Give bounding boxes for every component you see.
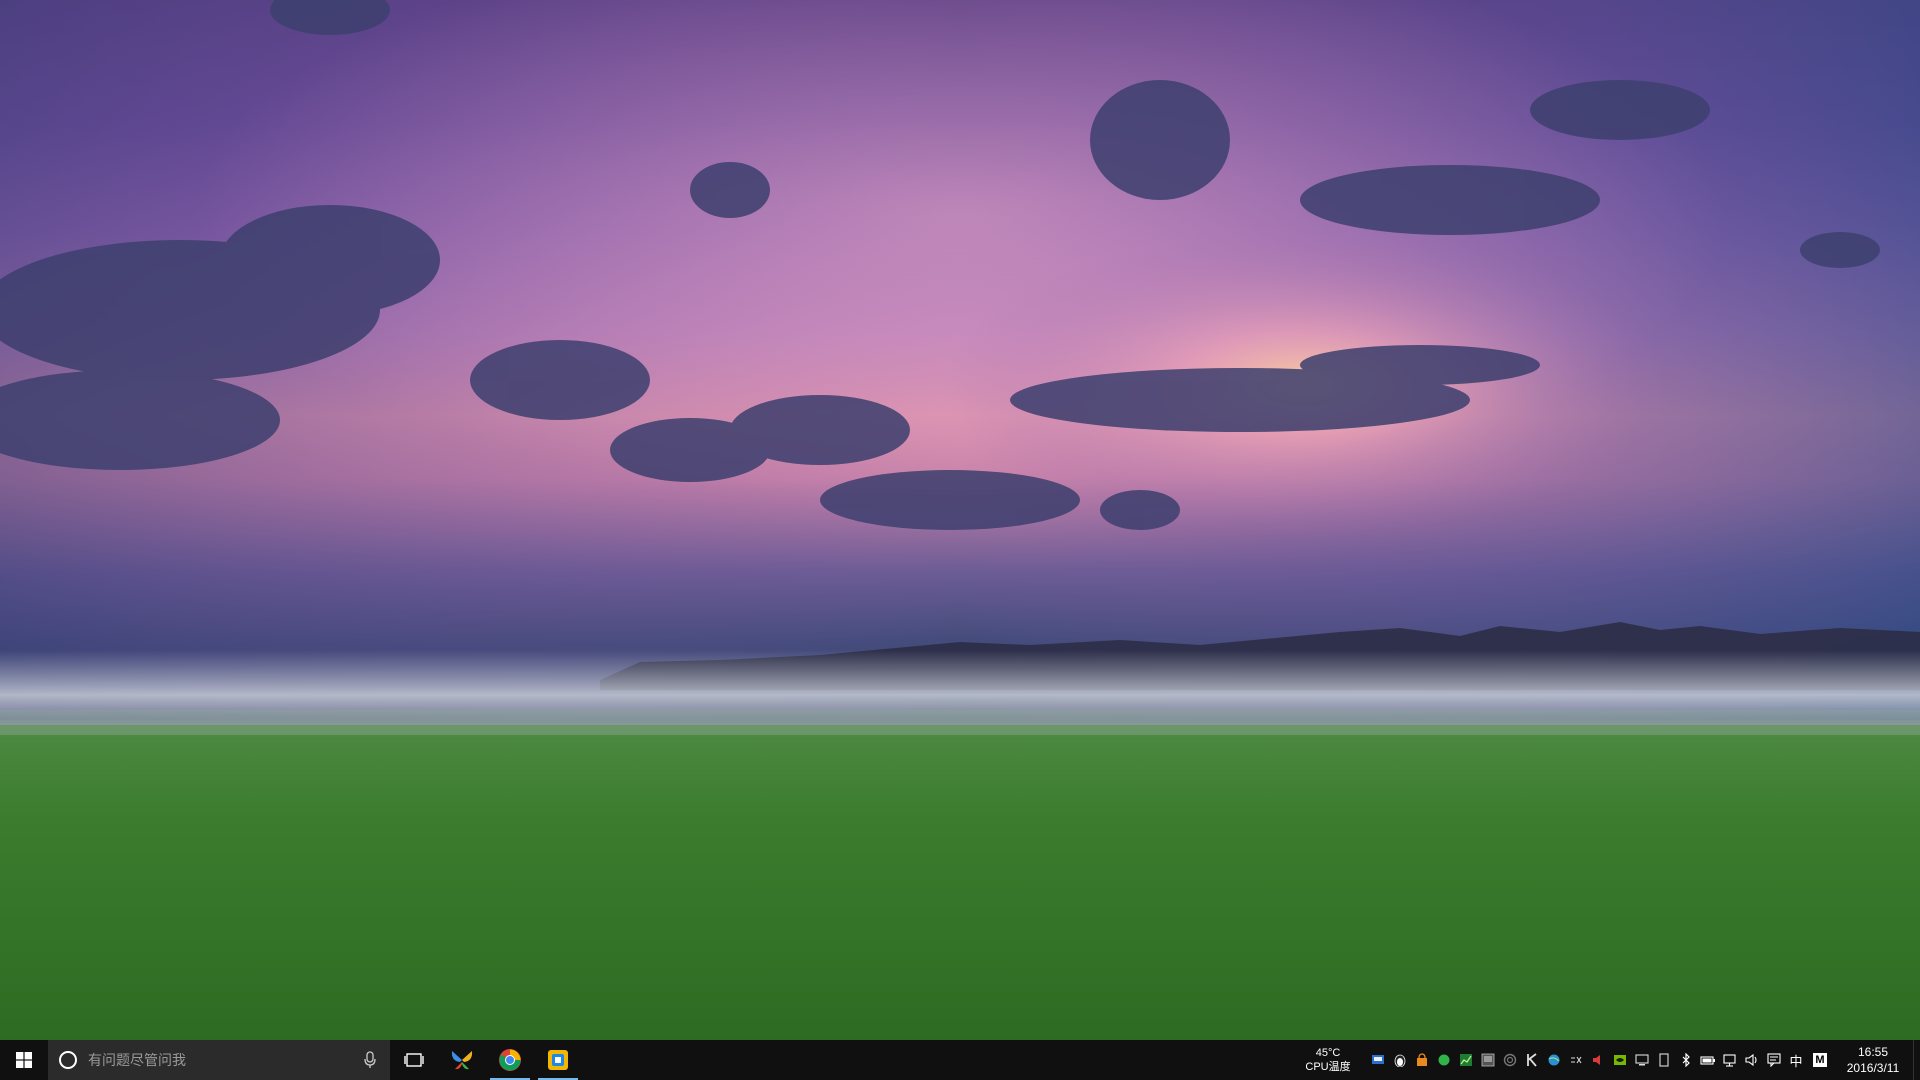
- show-desktop-button[interactable]: [1913, 1040, 1920, 1080]
- ime-letter-indicator[interactable]: M: [1807, 1040, 1833, 1080]
- tablet-icon: [1659, 1053, 1669, 1067]
- tray-icon-4[interactable]: [1433, 1040, 1455, 1080]
- taskbar-app-yellow[interactable]: [534, 1040, 582, 1080]
- task-view-icon: [404, 1053, 424, 1067]
- ime-mode-indicator[interactable]: 中: [1785, 1040, 1807, 1080]
- battery-icon: [1700, 1056, 1715, 1065]
- tray-icon-12[interactable]: [1609, 1040, 1631, 1080]
- tray-icon-bluetooth[interactable]: [1675, 1040, 1697, 1080]
- tray-icon-battery[interactable]: [1697, 1040, 1719, 1080]
- red-speaker-icon: [1593, 1055, 1600, 1065]
- search-placeholder: 有问题尽管问我: [88, 1052, 186, 1068]
- tray-icon-3[interactable]: [1411, 1040, 1433, 1080]
- wallpaper-image: [0, 0, 1920, 1040]
- tray-icon-10[interactable]: [1565, 1040, 1587, 1080]
- network-speed-icon: [1571, 1056, 1582, 1064]
- search-box[interactable]: 有问题尽管问我: [48, 1040, 390, 1080]
- tray-icon-9[interactable]: [1543, 1040, 1565, 1080]
- cortana-icon: [59, 1051, 77, 1069]
- tray-icon-13[interactable]: [1631, 1040, 1653, 1080]
- clock-time: 16:55: [1857, 1045, 1889, 1059]
- k-app-icon: [1527, 1053, 1537, 1067]
- ime-letter-box: M: [1813, 1053, 1827, 1067]
- notification-icon: [1767, 1053, 1781, 1067]
- tray-icon-5[interactable]: [1455, 1040, 1477, 1080]
- taskbar-clock[interactable]: 16:55 2016/3/11: [1833, 1040, 1913, 1080]
- cpu-temperature-widget[interactable]: 45°C CPU温度: [1299, 1040, 1357, 1080]
- chrome-icon: [499, 1049, 521, 1071]
- bag-icon: [1417, 1053, 1427, 1066]
- tray-icon-8[interactable]: [1521, 1040, 1543, 1080]
- window-app-icon: [1481, 1053, 1495, 1067]
- app-icon: [548, 1050, 568, 1070]
- tray-icon-volume[interactable]: [1741, 1040, 1763, 1080]
- tray-icon-2[interactable]: [1389, 1040, 1411, 1080]
- system-tray: 中 M: [1367, 1040, 1833, 1080]
- tray-icon-11[interactable]: [1587, 1040, 1609, 1080]
- display-icon: [1635, 1054, 1649, 1066]
- swirl-icon: [1503, 1053, 1517, 1067]
- taskbar-app-butterfly[interactable]: [438, 1040, 486, 1080]
- cpu-temperature-value: 45°C: [1315, 1047, 1341, 1059]
- tray-icon-14[interactable]: [1653, 1040, 1675, 1080]
- volume-icon: [1745, 1053, 1757, 1067]
- taskbar: 有问题尽管问我 45°C CPU温度 中 M 16:55 2016/3/11: [0, 1040, 1920, 1080]
- monitor-app-icon: [1372, 1055, 1384, 1064]
- taskbar-app-chrome[interactable]: [486, 1040, 534, 1080]
- penguin-icon: [1394, 1054, 1406, 1067]
- tray-icon-1[interactable]: [1367, 1040, 1389, 1080]
- globe-icon: [1548, 1054, 1560, 1066]
- cpu-temperature-label: CPU温度: [1305, 1061, 1351, 1073]
- clock-date: 2016/3/11: [1846, 1061, 1900, 1075]
- task-view-button[interactable]: [390, 1040, 438, 1080]
- windows-logo-icon: [16, 1052, 32, 1068]
- network-icon: [1723, 1054, 1736, 1067]
- desktop-wallpaper[interactable]: [0, 0, 1920, 1040]
- chat-icon: [1438, 1054, 1450, 1066]
- butterfly-icon: [451, 1051, 473, 1070]
- start-button[interactable]: [0, 1040, 48, 1080]
- tray-icon-6[interactable]: [1477, 1040, 1499, 1080]
- nvidia-icon: [1614, 1055, 1626, 1065]
- tray-icon-7[interactable]: [1499, 1040, 1521, 1080]
- chart-app-icon: [1460, 1054, 1472, 1066]
- bluetooth-icon: [1682, 1053, 1690, 1067]
- tray-icon-action-center[interactable]: [1763, 1040, 1785, 1080]
- tray-icon-network[interactable]: [1719, 1040, 1741, 1080]
- microphone-icon[interactable]: [364, 1051, 376, 1069]
